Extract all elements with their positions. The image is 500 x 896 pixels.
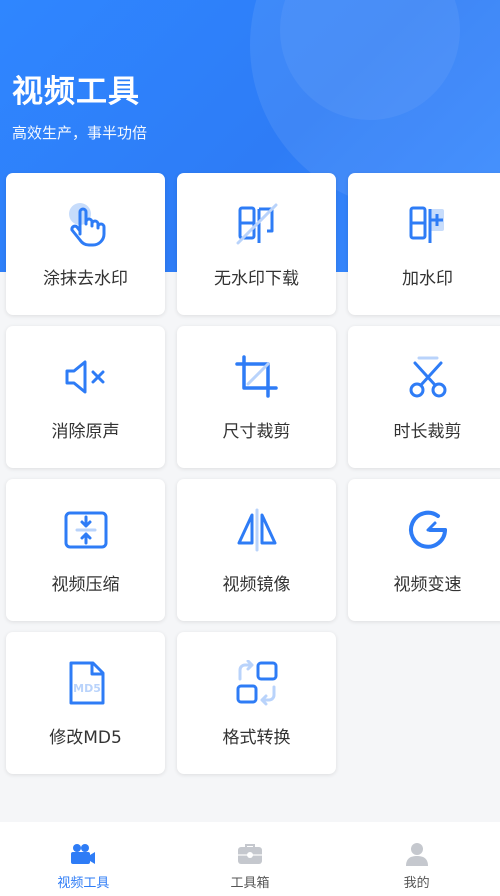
tool-label: 视频镜像 bbox=[222, 575, 291, 595]
format-convert-icon bbox=[233, 659, 281, 707]
tool-label: 时长裁剪 bbox=[393, 422, 462, 442]
tool-card-modify-md5[interactable]: MD5 修改MD5 bbox=[6, 632, 165, 774]
tool-label: 消除原声 bbox=[51, 422, 120, 442]
tool-label: 加水印 bbox=[402, 269, 453, 289]
page-subtitle: 高效生产，事半功倍 bbox=[12, 124, 148, 142]
tool-label: 涂抹去水印 bbox=[43, 269, 128, 289]
page-title: 视频工具 bbox=[12, 74, 140, 110]
md5-file-icon: MD5 bbox=[62, 659, 110, 707]
tool-card-remove-watermark[interactable]: 涂抹去水印 bbox=[6, 173, 165, 315]
tab-video-tools[interactable]: 视频工具 bbox=[0, 822, 167, 896]
tool-label: 格式转换 bbox=[222, 728, 291, 748]
tab-label: 我的 bbox=[403, 876, 430, 891]
tool-card-video-compress[interactable]: 视频压缩 bbox=[6, 479, 165, 621]
tool-card-remove-audio[interactable]: 消除原声 bbox=[6, 326, 165, 468]
tab-toolbox[interactable]: 工具箱 bbox=[167, 822, 334, 896]
finger-touch-icon bbox=[62, 200, 110, 248]
tab-label: 工具箱 bbox=[230, 876, 270, 891]
tool-card-video-mirror[interactable]: 视频镜像 bbox=[177, 479, 336, 621]
add-watermark-icon bbox=[404, 200, 452, 248]
mirror-icon bbox=[233, 506, 281, 554]
svg-text:MD5: MD5 bbox=[73, 682, 101, 695]
tool-card-size-crop[interactable]: 尺寸裁剪 bbox=[177, 326, 336, 468]
tab-mine[interactable]: 我的 bbox=[333, 822, 500, 896]
tool-label: 无水印下载 bbox=[214, 269, 299, 289]
page: 视频工具 高效生产，事半功倍 涂抹去水印 无水印下载 加水印 消除原声 尺寸裁剪… bbox=[0, 0, 500, 896]
tool-card-add-watermark[interactable]: 加水印 bbox=[348, 173, 500, 315]
scissors-icon bbox=[404, 353, 452, 401]
toolbox-icon bbox=[236, 840, 264, 868]
video-camera-icon bbox=[69, 840, 97, 868]
tool-card-format-convert[interactable]: 格式转换 bbox=[177, 632, 336, 774]
tool-label: 修改MD5 bbox=[49, 728, 122, 748]
tool-label: 尺寸裁剪 bbox=[222, 422, 291, 442]
tab-label: 视频工具 bbox=[57, 876, 110, 891]
tool-label: 视频变速 bbox=[393, 575, 462, 595]
speed-gauge-icon bbox=[404, 506, 452, 554]
crop-icon bbox=[233, 353, 281, 401]
tool-label: 视频压缩 bbox=[51, 575, 120, 595]
no-watermark-icon bbox=[233, 200, 281, 248]
compress-icon bbox=[62, 506, 110, 554]
tool-card-video-speed[interactable]: 视频变速 bbox=[348, 479, 500, 621]
bottom-tab-bar: 视频工具 工具箱 我的 bbox=[0, 822, 500, 896]
tool-card-no-watermark-download[interactable]: 无水印下载 bbox=[177, 173, 336, 315]
mute-speaker-icon bbox=[62, 353, 110, 401]
tool-card-duration-trim[interactable]: 时长裁剪 bbox=[348, 326, 500, 468]
user-icon bbox=[403, 840, 431, 868]
